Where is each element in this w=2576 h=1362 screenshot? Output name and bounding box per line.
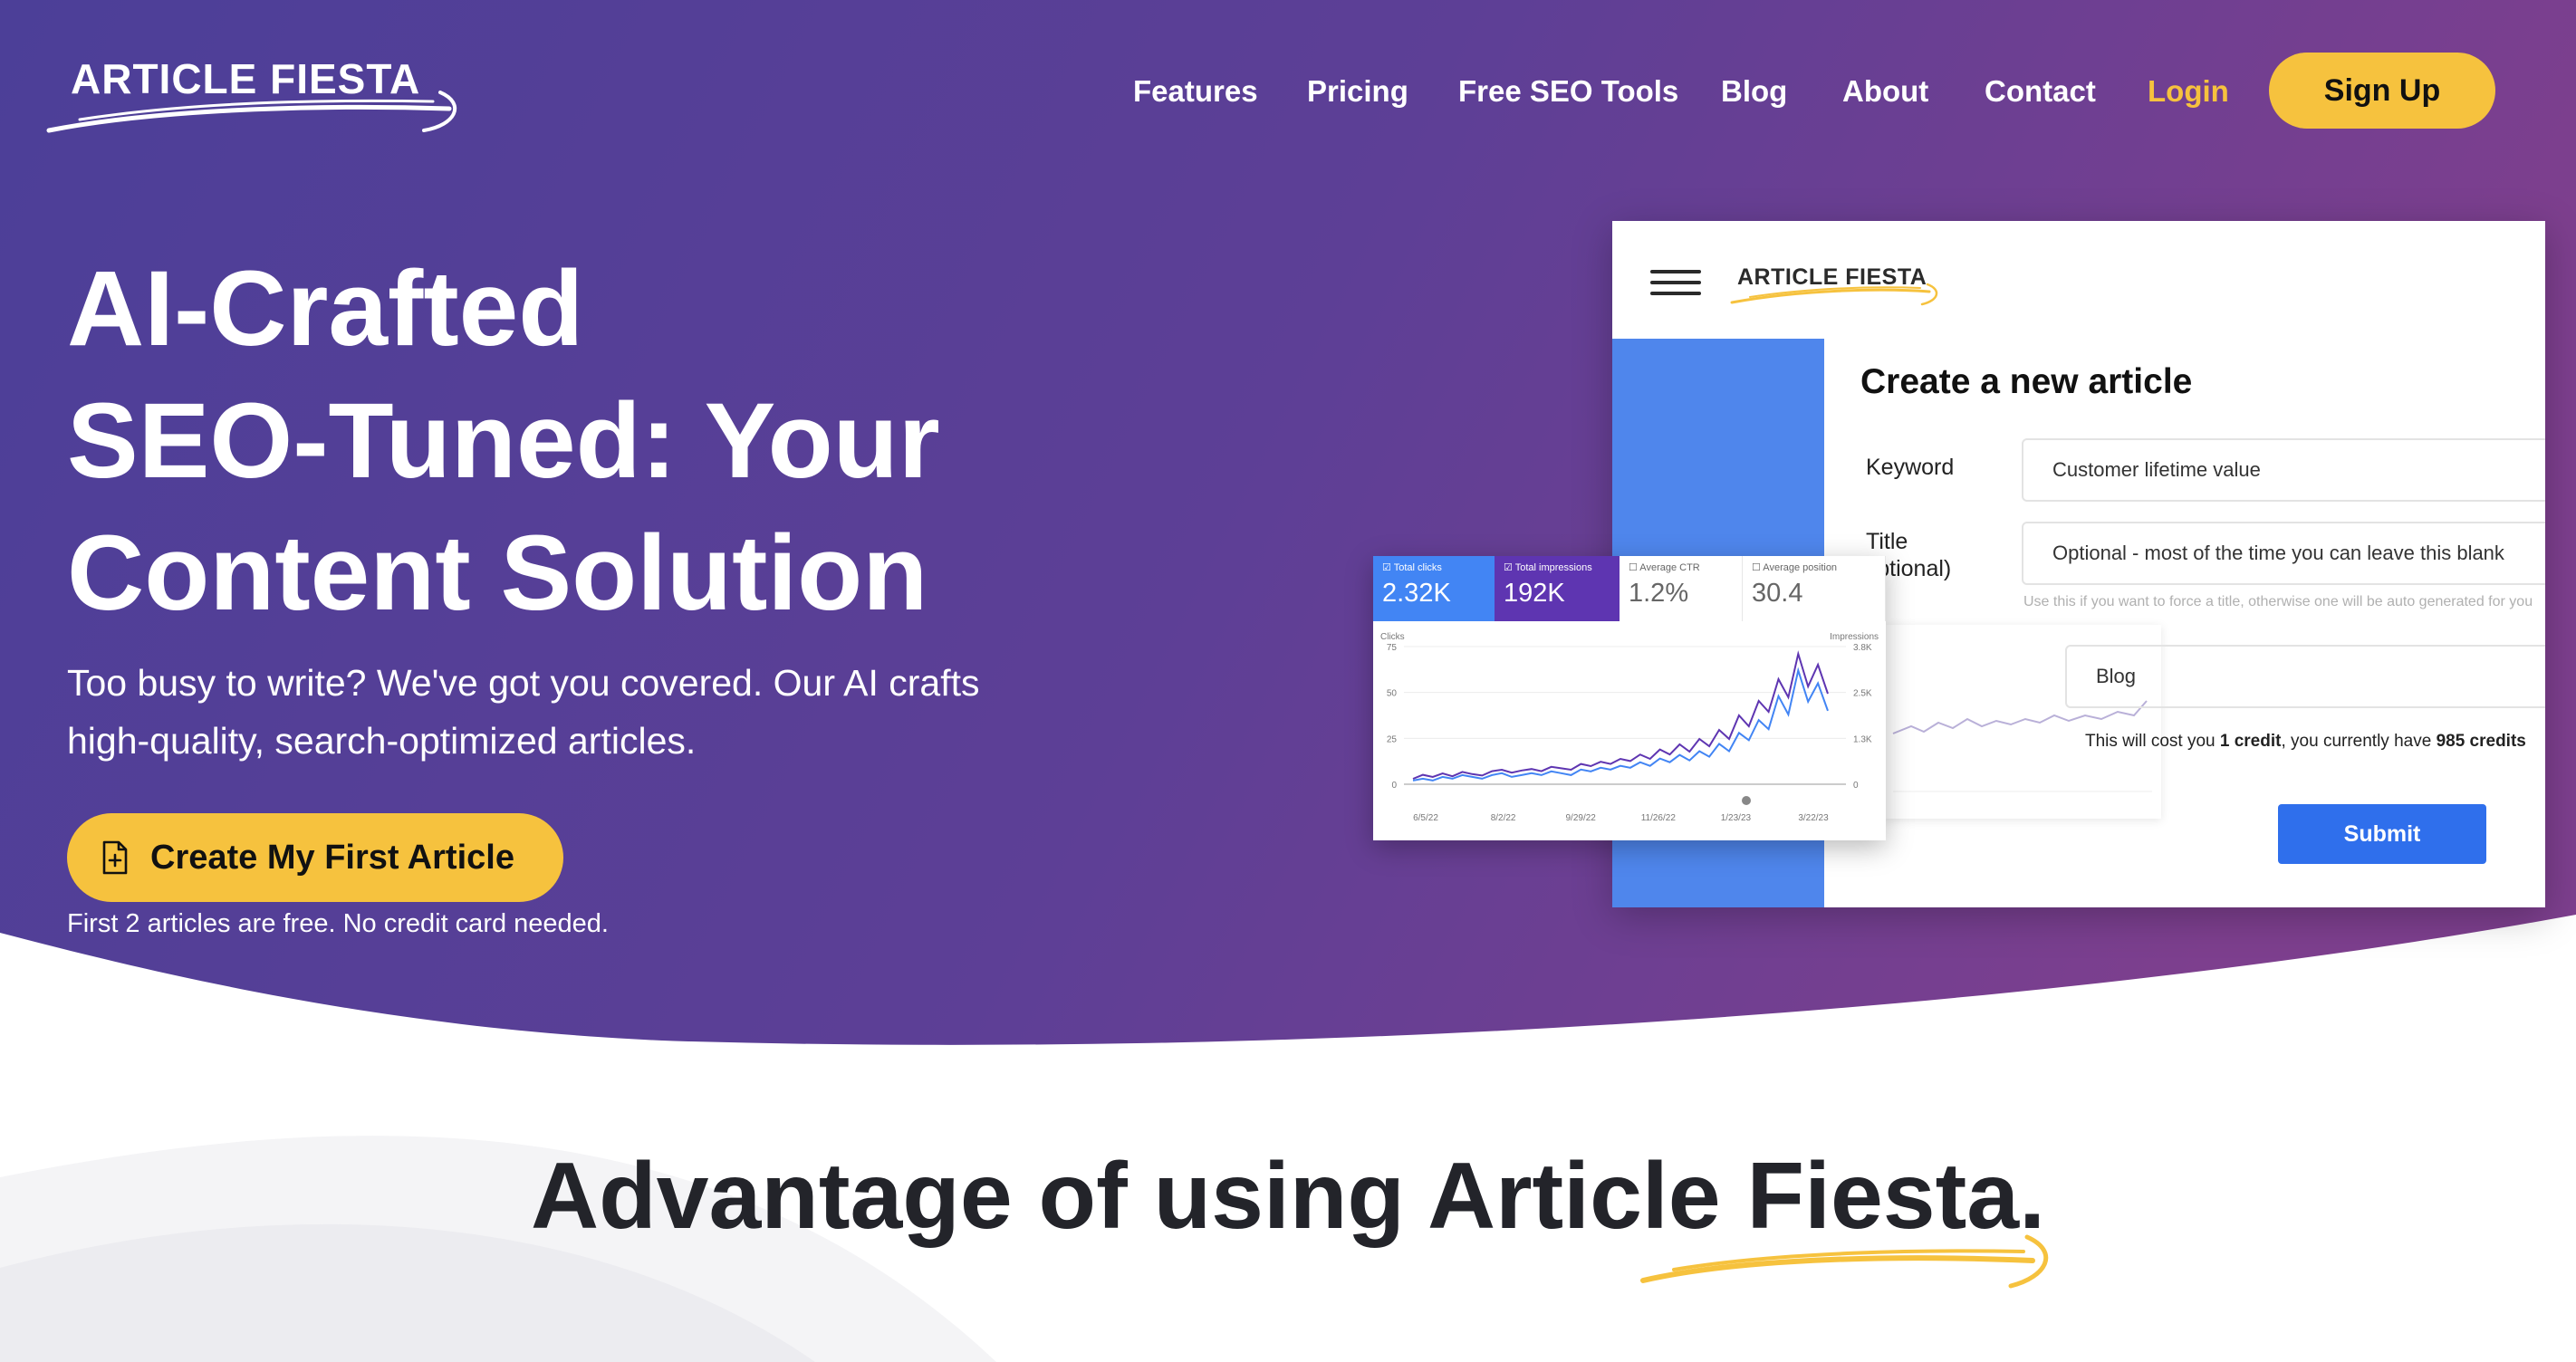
free-articles-note: First 2 articles are free. No credit car… (67, 909, 609, 938)
series-line (1412, 667, 1829, 782)
metric-value: 30.4 (1752, 579, 1803, 608)
performance-chart: Clicks Impressions 75 3.8K 50 2.5K 25 1.3K 0 0 6/5… (1373, 627, 1886, 840)
hero-subtitle: Too busy to write? We've got you covered… (67, 662, 980, 762)
x-tick-label: 11/26/22 (1641, 813, 1677, 823)
keyword-label: Keyword (1866, 455, 1955, 480)
hero-title-line: SEO-Tuned: Your (67, 381, 940, 501)
document-plus-icon (102, 840, 128, 875)
y2-tick-label: 1.3K (1853, 734, 1872, 744)
x-tick-label: 1/23/23 (1721, 813, 1752, 823)
credit-cost-text: This will cost you 1 credit, you current… (2085, 732, 2526, 751)
x-tick-label: 8/2/22 (1491, 813, 1516, 823)
mockup-submit-button: Submit (2278, 804, 2486, 864)
x-tick-label: 3/22/23 (1798, 813, 1829, 823)
keyword-input: Customer lifetime value (2022, 438, 2545, 502)
y-tick-label: 50 (1387, 689, 1398, 699)
metric-label: ☑ Total clicks (1382, 562, 1442, 573)
hero-title: AI-Crafted SEO-Tuned: Your Content Solut… (67, 243, 1063, 639)
x-tick-label: 9/29/22 (1566, 813, 1597, 823)
top-nav: Features Pricing Free SEO Tools Blog Abo… (0, 69, 2576, 114)
metric-tile[interactable]: ☑ Total clicks 2.32K (1373, 556, 1495, 621)
title-hint: Use this if you want to force a title, o… (2023, 594, 2533, 609)
nav-blog[interactable]: Blog (1721, 69, 1787, 114)
metric-label: ☐ Average position (1752, 562, 1838, 573)
nav-free-seo-tools[interactable]: Free SEO Tools (1458, 69, 1678, 114)
metric-value: 2.32K (1382, 579, 1451, 608)
mockup-logo-swoosh-icon (1730, 283, 1938, 306)
metric-label: ☐ Average CTR (1629, 562, 1700, 573)
nav-features[interactable]: Features (1133, 69, 1258, 114)
performance-chart-svg: Clicks Impressions 75 3.8K 50 2.5K 25 1.3K 0 0 6/5… (1380, 632, 1879, 823)
y-tick-label: 75 (1387, 643, 1398, 653)
metric-tile[interactable]: ☐ Average position 30.4 (1743, 556, 1886, 621)
annotation-marker-icon (1742, 796, 1751, 805)
title-input: Optional - most of the time you can leav… (2022, 522, 2545, 585)
nav-login[interactable]: Login (2148, 69, 2229, 114)
search-console-card: ☑ Total clicks 2.32K ☑ Total impressions 19… (1373, 556, 1886, 840)
nav-contact[interactable]: Contact (1985, 69, 2096, 114)
nav-pricing[interactable]: Pricing (1307, 69, 1408, 114)
y2-tick-label: 3.8K (1853, 643, 1872, 653)
series-line (1412, 650, 1829, 780)
cta-label: Create My First Article (150, 838, 514, 877)
metric-label: ☑ Total impressions (1504, 562, 1592, 573)
y-tick-label: 25 (1387, 734, 1398, 744)
title-label: Title (1866, 529, 1908, 554)
y2-tick-label: 0 (1853, 781, 1859, 791)
hamburger-menu-icon (1650, 270, 1701, 295)
hero-title-line: Content Solution (67, 513, 928, 633)
nav-about[interactable]: About (1842, 69, 1928, 114)
x-tick-label: 6/5/22 (1413, 813, 1438, 823)
y-axis-label: Clicks (1380, 632, 1405, 642)
y2-axis-label: Impressions (1830, 632, 1879, 642)
article-type-select: Blog (2065, 645, 2545, 708)
metric-value: 192K (1504, 579, 1565, 608)
title-underline-swoosh-icon (1640, 1234, 2049, 1289)
sign-up-button[interactable]: Sign Up (2269, 53, 2495, 129)
hero-title-line: AI-Crafted (67, 249, 584, 369)
metric-tile[interactable]: ☐ Average CTR 1.2% (1620, 556, 1743, 621)
metric-tile[interactable]: ☑ Total impressions 192K (1495, 556, 1620, 621)
y-tick-label: 0 (1391, 781, 1397, 791)
y2-tick-label: 2.5K (1853, 689, 1872, 699)
advantages-title: Advantage of using Article Fiesta. (530, 1144, 2046, 1249)
mockup-heading: Create a new article (1860, 362, 2193, 401)
create-first-article-button[interactable]: Create My First Article (67, 813, 563, 902)
metric-value: 1.2% (1629, 579, 1689, 608)
